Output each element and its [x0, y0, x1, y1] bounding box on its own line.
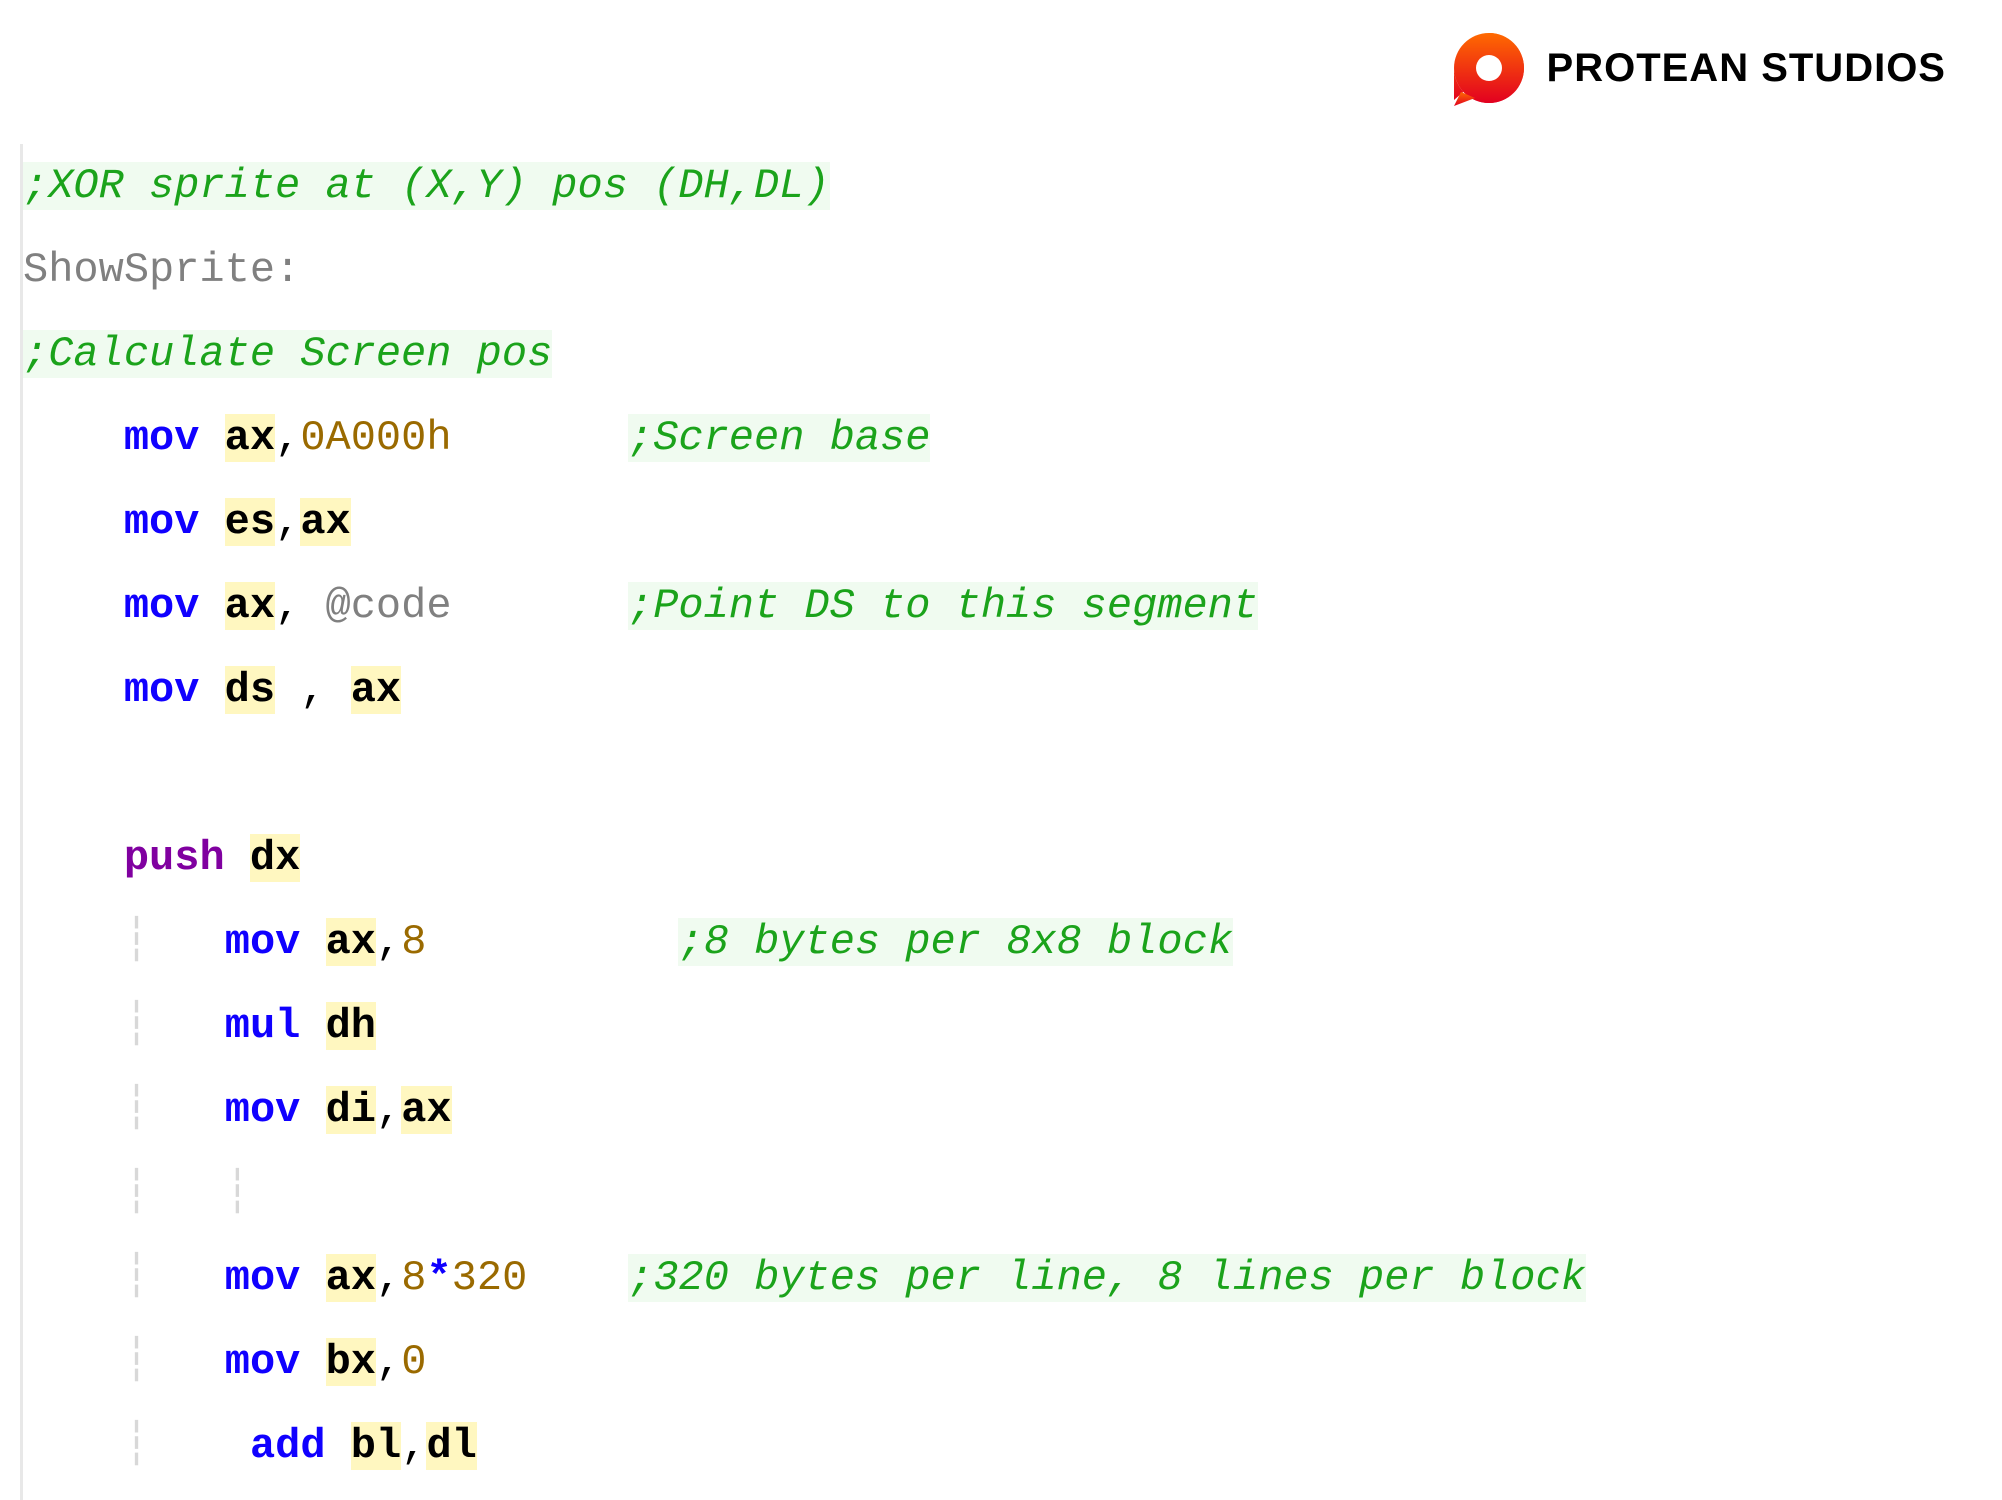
- reg-bx: bx: [326, 1338, 376, 1386]
- reg-dl: dl: [426, 1422, 476, 1470]
- reg-ds: ds: [225, 666, 275, 714]
- mnemonic-mov: mov: [225, 918, 301, 966]
- num-320: 320: [452, 1254, 528, 1302]
- reg-ax: ax: [225, 414, 275, 462]
- indent-guide: ┆: [124, 1422, 225, 1470]
- reg-ax: ax: [225, 582, 275, 630]
- reg-dx: dx: [250, 834, 300, 882]
- reg-ax: ax: [401, 1086, 451, 1134]
- comment-calc: ;Calculate Screen pos: [23, 330, 552, 378]
- mnemonic-add: add: [250, 1422, 326, 1470]
- reg-ax: ax: [351, 666, 401, 714]
- reg-di: di: [326, 1086, 376, 1134]
- mnemonic-mov: mov: [124, 666, 200, 714]
- reg-dh: dh: [326, 1002, 376, 1050]
- mnemonic-mov: mov: [225, 1254, 301, 1302]
- comma: ,: [376, 1254, 401, 1302]
- comment-320: ;320 bytes per line, 8 lines per block: [628, 1254, 1586, 1302]
- comma: ,: [401, 1422, 426, 1470]
- brand-logo: PROTEAN STUDIOS: [1449, 28, 1946, 108]
- num-0: 0: [401, 1338, 426, 1386]
- sp-comma-sp: ,: [275, 666, 351, 714]
- comma: ,: [376, 918, 401, 966]
- comment-ptds: ;Point DS to this segment: [628, 582, 1258, 630]
- mnemonic-mov: mov: [124, 414, 200, 462]
- num-0A000h: 0A000h: [300, 414, 451, 462]
- comma: ,: [275, 498, 300, 546]
- mnemonic-mov: mov: [225, 1086, 301, 1134]
- comma-sp: ,: [275, 582, 325, 630]
- num-8: 8: [401, 918, 426, 966]
- indent-guide: ┆: [124, 1002, 225, 1050]
- reg-ax: ax: [300, 498, 350, 546]
- ident-code: @code: [326, 582, 452, 630]
- reg-bl: bl: [351, 1422, 401, 1470]
- label-showsprite: ShowSprite:: [23, 246, 300, 294]
- indent-guide: ┆: [124, 1338, 225, 1386]
- logo-icon: [1449, 28, 1529, 108]
- indent-guide: ┆: [124, 1086, 225, 1134]
- op-star: *: [426, 1254, 451, 1302]
- comma: ,: [376, 1338, 401, 1386]
- mnemonic-mov: mov: [225, 1338, 301, 1386]
- num-8: 8: [401, 1254, 426, 1302]
- comma: ,: [376, 1086, 401, 1134]
- indent-guide: ┆ ┆: [124, 1170, 250, 1218]
- comment-screenbase: ;Screen base: [628, 414, 930, 462]
- mnemonic-push: push: [124, 834, 225, 882]
- reg-ax: ax: [326, 918, 376, 966]
- indent-guide: ┆: [124, 918, 225, 966]
- brand-name: PROTEAN STUDIOS: [1547, 48, 1946, 88]
- reg-ax: ax: [326, 1254, 376, 1302]
- mnemonic-mov: mov: [124, 498, 200, 546]
- assembly-code-block: ;XOR sprite at (X,Y) pos (DH,DL) ShowSpr…: [20, 144, 1586, 1500]
- mnemonic-mul: mul: [225, 1002, 301, 1050]
- comment-8bytes: ;8 bytes per 8x8 block: [678, 918, 1233, 966]
- mnemonic-mov: mov: [124, 582, 200, 630]
- comment-xor: ;XOR sprite at (X,Y) pos (DH,DL): [23, 162, 830, 210]
- indent-guide: ┆: [124, 1254, 225, 1302]
- reg-es: es: [225, 498, 275, 546]
- comma: ,: [275, 414, 300, 462]
